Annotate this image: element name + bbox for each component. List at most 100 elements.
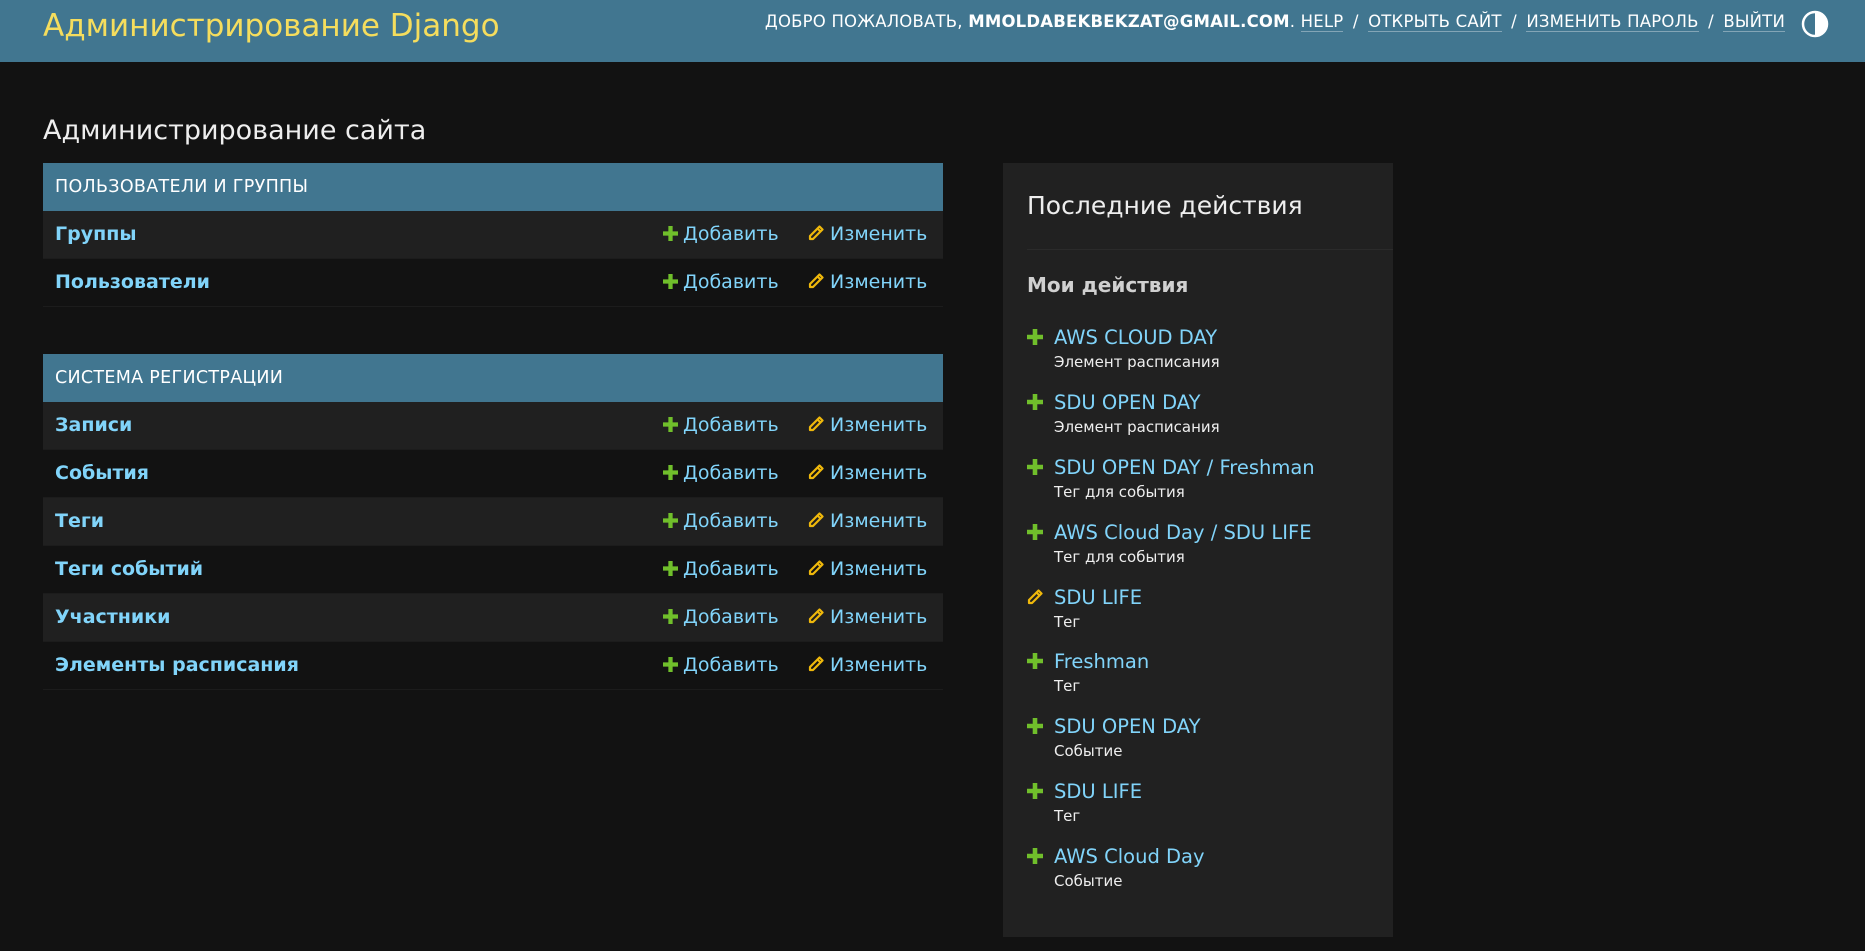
model-row: Участники Добавить Изменить [43, 594, 943, 642]
change-label: Изменить [830, 510, 928, 532]
recent-action-type: Тег для события [1054, 548, 1185, 566]
recent-action-type: Элемент расписания [1054, 353, 1220, 371]
logout-link[interactable]: ВЫЙТИ [1723, 12, 1785, 32]
recent-action-item: SDU LIFE Тег [1027, 586, 1367, 646]
recent-action-type: Тег для события [1054, 483, 1185, 501]
pencil-icon [1027, 589, 1043, 605]
change-label: Изменить [830, 558, 928, 580]
model-row: Записи Добавить Изменить [43, 402, 943, 450]
change-button[interactable]: Изменить [808, 606, 927, 628]
model-link[interactable]: Теги [55, 510, 104, 532]
model-row: События Добавить Изменить [43, 450, 943, 498]
pencil-icon [808, 608, 824, 624]
recent-action-type: Тег [1054, 613, 1081, 631]
add-label: Добавить [683, 654, 779, 676]
add-label: Добавить [683, 510, 779, 532]
change-button[interactable]: Изменить [808, 462, 927, 484]
separator: / [1352, 12, 1359, 31]
recent-action-link[interactable]: AWS Cloud Day / SDU LIFE [1054, 521, 1312, 544]
recent-action-item: AWS Cloud Day Событие [1027, 845, 1367, 905]
recent-action-link[interactable]: SDU OPEN DAY / Freshman [1054, 456, 1315, 479]
model-row: Группы Добавить Изменить [43, 211, 943, 259]
model-link[interactable]: Теги событий [55, 558, 203, 580]
pencil-icon [808, 656, 824, 672]
header: Администрирование Django ДОБРО ПОЖАЛОВАТ… [0, 0, 1865, 62]
recent-action-item: AWS CLOUD DAY Элемент расписания [1027, 326, 1367, 386]
recent-action-type: Событие [1054, 872, 1123, 890]
change-button[interactable]: Изменить [808, 558, 927, 580]
recent-action-link[interactable]: SDU OPEN DAY [1054, 715, 1201, 738]
recent-action-item: SDU OPEN DAY Элемент расписания [1027, 391, 1367, 451]
recent-actions-panel: Последние действия Мои действия AWS CLOU… [1003, 163, 1393, 937]
add-button[interactable]: Добавить [663, 271, 779, 293]
recent-action-link[interactable]: SDU LIFE [1054, 780, 1142, 803]
change-label: Изменить [830, 462, 928, 484]
separator: / [1511, 12, 1517, 31]
half-circle-icon [1801, 10, 1829, 38]
app-caption[interactable]: Пользователи и группы [43, 163, 943, 211]
model-link[interactable]: Группы [55, 223, 137, 245]
recent-action-type: Тег [1054, 677, 1081, 695]
recent-action-link[interactable]: SDU OPEN DAY [1054, 391, 1201, 414]
plus-icon [663, 226, 678, 241]
add-button[interactable]: Добавить [663, 414, 779, 436]
recent-action-item: SDU OPEN DAY / Freshman Тег для события [1027, 456, 1367, 516]
pencil-icon [808, 273, 824, 289]
add-button[interactable]: Добавить [663, 510, 779, 532]
add-button[interactable]: Добавить [663, 462, 779, 484]
change-button[interactable]: Изменить [808, 271, 927, 293]
recent-action-type: Элемент расписания [1054, 418, 1220, 436]
change-label: Изменить [830, 223, 928, 245]
recent-action-link[interactable]: SDU LIFE [1054, 586, 1142, 609]
plus-icon [663, 417, 678, 432]
model-link[interactable]: Пользователи [55, 271, 210, 293]
help-link[interactable]: HELP [1300, 12, 1344, 32]
model-link[interactable]: Элементы расписания [55, 654, 299, 676]
change-label: Изменить [830, 271, 928, 293]
change-password-link[interactable]: ИЗМЕНИТЬ ПАРОЛЬ [1526, 12, 1699, 32]
pencil-icon [808, 416, 824, 432]
change-label: Изменить [830, 654, 928, 676]
add-label: Добавить [683, 414, 779, 436]
pencil-icon [808, 560, 824, 576]
recent-action-item: AWS Cloud Day / SDU LIFE Тег для события [1027, 521, 1367, 581]
recent-action-item: Freshman Тег [1027, 650, 1367, 710]
add-label: Добавить [683, 271, 779, 293]
add-button[interactable]: Добавить [663, 606, 779, 628]
change-label: Изменить [830, 606, 928, 628]
recent-action-item: SDU LIFE Тег [1027, 780, 1367, 840]
recent-action-type: Событие [1054, 742, 1123, 760]
add-label: Добавить [683, 223, 779, 245]
model-row: Элементы расписания Добавить Изменить [43, 642, 943, 690]
change-button[interactable]: Изменить [808, 223, 927, 245]
site-name-link[interactable]: Администрирование Django [43, 8, 500, 44]
change-button[interactable]: Изменить [808, 654, 927, 676]
model-row: Пользователи Добавить Изменить [43, 259, 943, 307]
add-button[interactable]: Добавить [663, 558, 779, 580]
add-label: Добавить [683, 462, 779, 484]
my-actions-title: Мои действия [1027, 273, 1189, 297]
app-caption[interactable]: Система регистрации [43, 354, 943, 402]
model-link[interactable]: Участники [55, 606, 170, 628]
divider [1027, 249, 1393, 250]
plus-icon [1027, 329, 1043, 345]
change-button[interactable]: Изменить [808, 510, 927, 532]
plus-icon [1027, 783, 1043, 799]
app-module-auth: Пользователи и группы Группы Добавить Из… [43, 163, 943, 307]
recent-action-link[interactable]: AWS Cloud Day [1054, 845, 1205, 868]
plus-icon [663, 465, 678, 480]
add-label: Добавить [683, 606, 779, 628]
change-button[interactable]: Изменить [808, 414, 927, 436]
plus-icon [663, 657, 678, 672]
plus-icon [1027, 459, 1043, 475]
model-link[interactable]: События [55, 462, 149, 484]
model-link[interactable]: Записи [55, 414, 132, 436]
welcome-end: . [1289, 12, 1296, 31]
view-site-link[interactable]: ОТКРЫТЬ САЙТ [1368, 12, 1502, 32]
recent-action-link[interactable]: AWS CLOUD DAY [1054, 326, 1217, 349]
recent-action-link[interactable]: Freshman [1054, 650, 1149, 673]
pencil-icon [808, 225, 824, 241]
add-button[interactable]: Добавить [663, 223, 779, 245]
theme-toggle-button[interactable] [1801, 10, 1829, 38]
add-button[interactable]: Добавить [663, 654, 779, 676]
